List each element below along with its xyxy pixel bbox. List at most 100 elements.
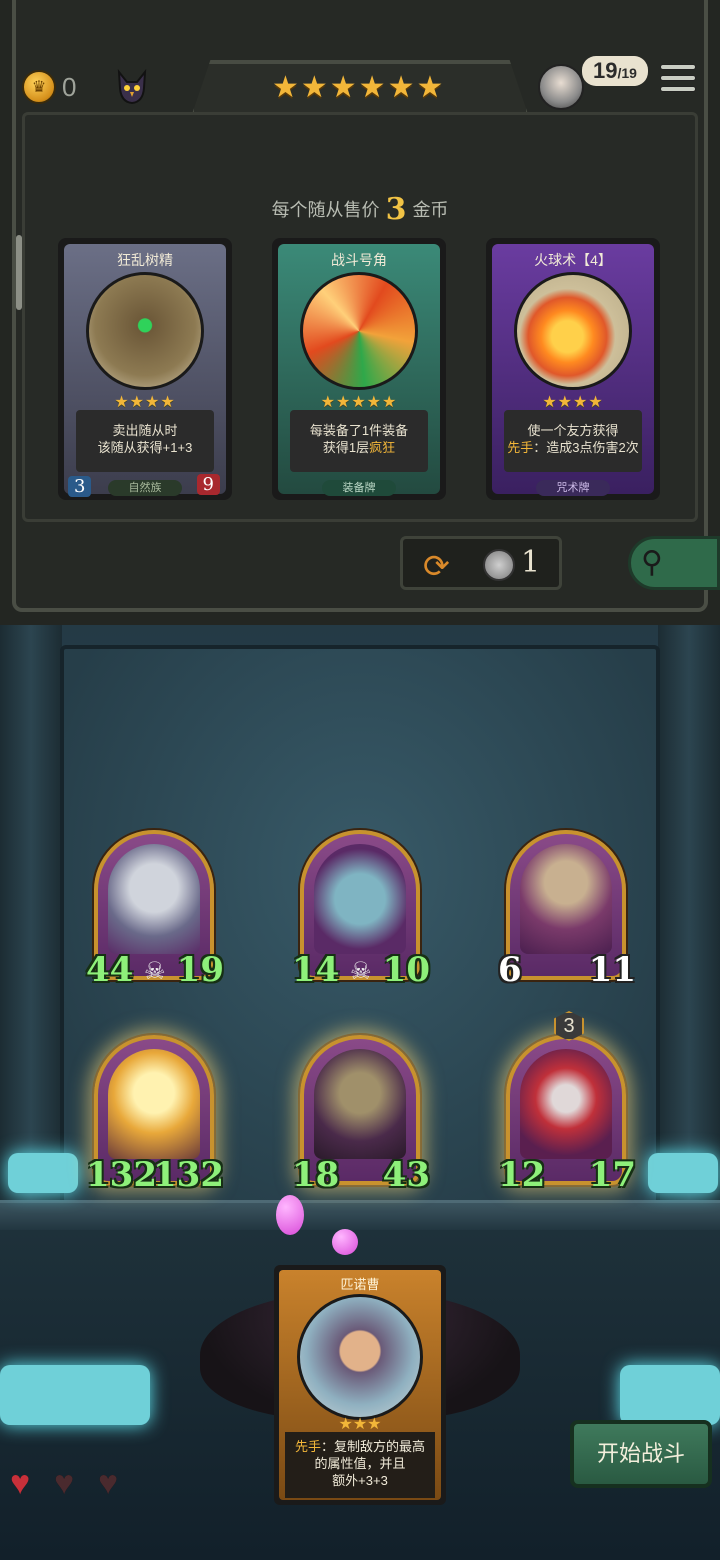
minion-attack: 18 — [292, 1155, 340, 1195]
tier-stars: ★★★★★★ — [272, 71, 446, 104]
minion-attack: 6 — [498, 950, 522, 990]
potion-bubble — [276, 1195, 304, 1235]
desc-text: 获得1层 — [322, 440, 370, 455]
candles-floor-left — [0, 1365, 150, 1425]
card-body: 匹诺曹 ★★★ 先手：复制敌方的最高 的属性值，并且 额外+3+3 — [279, 1270, 441, 1500]
minion-rabbit[interactable]: 14 ☠ 10 — [292, 830, 430, 990]
players-left: 19 — [593, 58, 618, 83]
gold-coin-icon: ♛ — [22, 70, 56, 104]
menu-bar — [660, 86, 696, 92]
rabbit-portrait — [314, 844, 406, 954]
skull-icon: ☠ — [350, 958, 372, 985]
menu-button[interactable] — [660, 64, 696, 98]
potion-bubble — [332, 1229, 358, 1255]
dwarf-portrait — [108, 1049, 200, 1159]
minion-health: 19 — [176, 950, 224, 990]
heart-icon: ♥ — [98, 1464, 119, 1502]
card-name: 火球术【4】 — [534, 252, 612, 268]
desc-line: 额外+3+3 — [332, 1473, 388, 1488]
card-body: 火球术【4】 ★★★★ 使一个友方获得 先手：造成3点伤害2次 咒术牌 — [492, 244, 654, 496]
refresh-shop-button[interactable]: ⟳ 1 — [400, 536, 562, 590]
desc-line: 先手：造成3点伤害2次 — [504, 439, 642, 456]
keyword-frenzy: 疯狂 — [369, 440, 396, 455]
desc-line: 使一个友方获得 — [527, 423, 619, 438]
desc-line: 获得1层疯狂 — [290, 439, 428, 456]
desc-line: 每装备了1件装备 — [309, 423, 409, 438]
menu-bar — [660, 64, 696, 70]
minion-scarecrow[interactable]: 18 43 — [292, 1035, 430, 1195]
robot-portrait — [108, 844, 200, 954]
start-battle-button[interactable]: 开始战斗 — [570, 1420, 712, 1488]
silver-coin-icon — [483, 549, 515, 581]
card-stars: ★★★★ — [542, 394, 604, 411]
card-name: 狂乱树精 — [117, 252, 173, 268]
scrollbar[interactable] — [16, 235, 22, 310]
desc-text: ：造成3点伤害2次 — [533, 440, 639, 455]
minion-attack: 14 — [292, 950, 340, 990]
featured-card[interactable]: 匹诺曹 ★★★ 先手：复制敌方的最高 的属性值，并且 额外+3+3 — [274, 1265, 446, 1505]
search-button[interactable]: ⚲ — [628, 536, 720, 590]
keyword-first-strike: 先手 — [507, 440, 534, 455]
card-health: 9 — [196, 474, 220, 495]
card-description: 使一个友方获得 先手：造成3点伤害2次 — [504, 410, 642, 472]
players-remaining-badge: 19/19 — [582, 56, 648, 86]
minion-health: 17 — [588, 1155, 636, 1195]
card-name: 战斗号角 — [331, 252, 387, 268]
fireball-portrait — [514, 272, 632, 390]
card-name: 匹诺曹 — [340, 1277, 380, 1292]
clown-portrait — [520, 1049, 612, 1159]
war-horn-portrait — [300, 272, 418, 390]
left-pillar — [0, 625, 62, 1225]
right-pillar — [658, 625, 720, 1225]
player-avatar[interactable] — [538, 64, 584, 110]
desc-text: ：复制敌方的最高 — [321, 1439, 426, 1454]
shop-panel: ♛ 0 ★★★★★★ 19/19 每个随从售价 3 金币 狂乱树精 ★★★★ 卖出随… — [0, 0, 720, 625]
desc-line: 先手：复制敌方的最高 — [285, 1438, 435, 1455]
card-stars: ★★★★ — [114, 394, 176, 411]
skull-icon: ☠ — [144, 958, 166, 985]
refresh-cost: 1 — [521, 545, 541, 580]
card-stars: ★★★★★ — [320, 394, 398, 411]
card-description: 卖出随从时该随从获得+1+3 — [76, 410, 214, 472]
shop-card[interactable]: 火球术【4】 ★★★★ 使一个友方获得 先手：造成3点伤害2次 咒术牌 — [486, 238, 660, 500]
card-description: 每装备了1件装备 获得1层疯狂 — [290, 410, 428, 472]
desc-line: 卖出随从时 — [112, 423, 178, 438]
card-body: 狂乱树精 ★★★★ 卖出随从时该随从获得+1+3 自然族 3 9 — [64, 244, 226, 497]
card-body: 战斗号角 ★★★★★ 每装备了1件装备 获得1层疯狂 装备牌 — [278, 244, 440, 496]
magnifier-icon: ⚲ — [641, 546, 663, 579]
card-type-tag: 咒术牌 — [536, 480, 610, 496]
sell-price: 3 — [385, 192, 407, 227]
minion-health: 132 — [153, 1155, 224, 1195]
minion-health: 11 — [588, 950, 636, 990]
heart-icon: ♥ — [54, 1464, 75, 1502]
minion-dwarf[interactable]: 132 132 — [86, 1035, 224, 1195]
card-description: 先手：复制敌方的最高 的属性值，并且 额外+3+3 — [285, 1432, 435, 1498]
card-tribe-tag: 自然族 — [108, 480, 182, 496]
minion-health: 10 — [382, 950, 430, 990]
shop-card[interactable]: 战斗号角 ★★★★★ 每装备了1件装备 获得1层疯狂 装备牌 — [272, 238, 446, 500]
airship-portrait — [520, 844, 612, 954]
minion-clown[interactable]: 3 12 17 — [498, 1011, 636, 1195]
card-attack: 3 — [68, 476, 92, 497]
keyword-first-strike: 先手 — [294, 1439, 321, 1454]
desc-line: 的属性值，并且 — [314, 1456, 406, 1471]
refresh-icon: ⟳ — [423, 548, 450, 584]
menu-bar — [660, 75, 696, 81]
treant-portrait — [86, 272, 204, 390]
card-stars: ★★★ — [338, 1416, 382, 1433]
candles-floor-right — [620, 1365, 720, 1425]
shop-card[interactable]: 狂乱树精 ★★★★ 卖出随从时该随从获得+1+3 自然族 3 9 — [58, 238, 232, 500]
candles-right — [648, 1153, 718, 1193]
scarecrow-portrait — [314, 1049, 406, 1159]
sell-price-line: 每个随从售价 3 金币 — [0, 192, 720, 227]
pinocchio-portrait — [297, 1294, 423, 1420]
sell-prefix: 每个随从售价 — [271, 200, 380, 220]
minion-airship[interactable]: 6 11 — [498, 830, 636, 990]
minion-robot[interactable]: 44 ☠ 19 — [86, 830, 224, 990]
minion-attack: 12 — [498, 1155, 546, 1195]
stone-shelf — [0, 1200, 720, 1230]
players-total: /19 — [617, 65, 637, 81]
crow-icon[interactable] — [113, 68, 151, 106]
desc-line: 该随从获得+1+3 — [97, 440, 193, 455]
sell-suffix: 金币 — [412, 200, 449, 220]
